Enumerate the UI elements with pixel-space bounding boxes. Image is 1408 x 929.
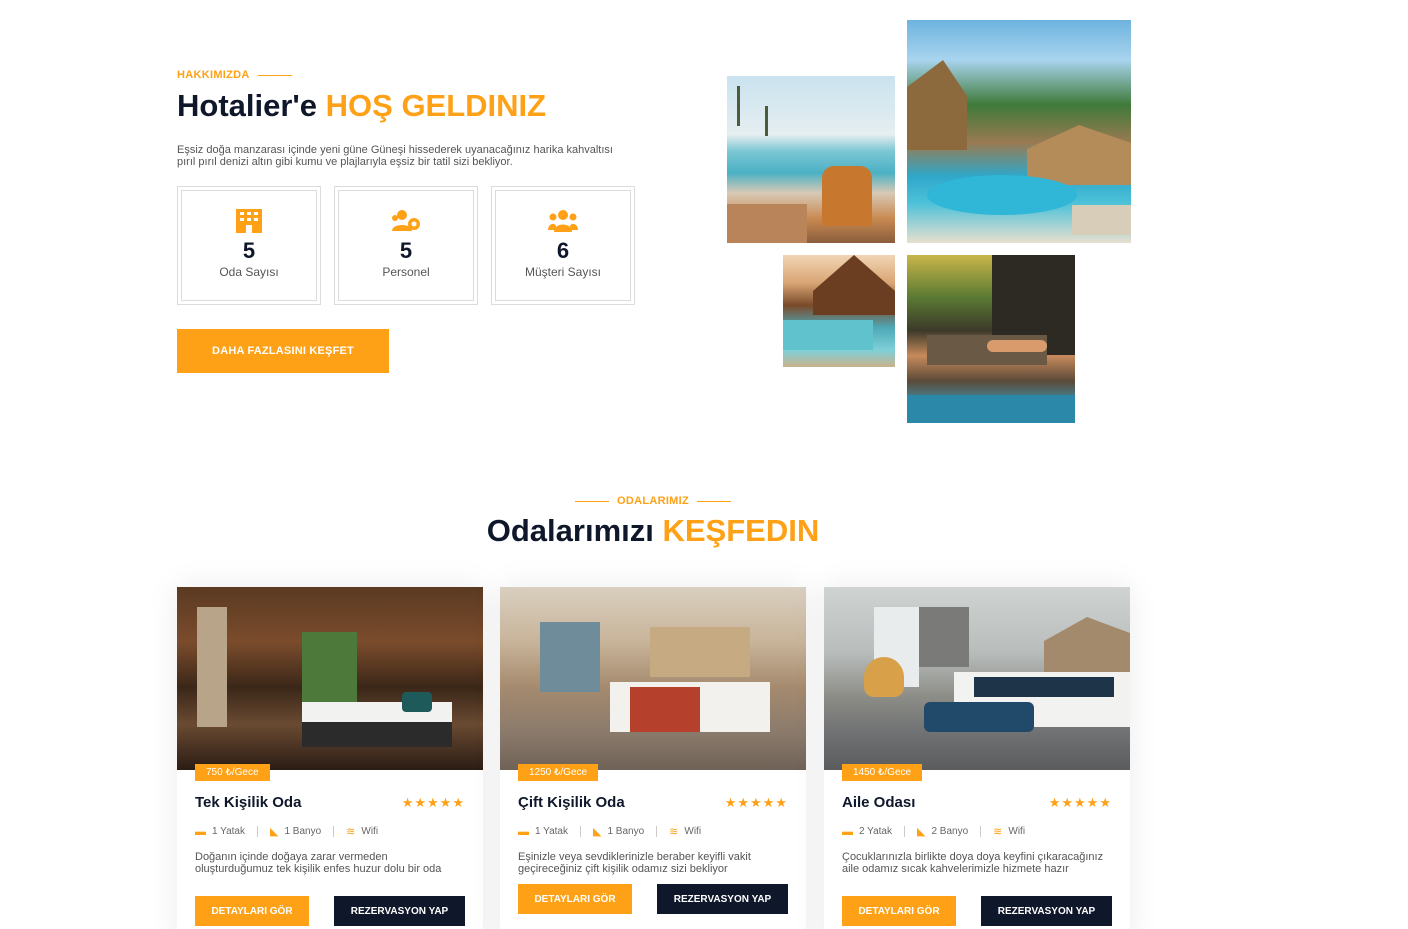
users-cog-icon	[392, 210, 420, 231]
bed-icon: ▬	[518, 825, 529, 838]
price-tag: 1250 ₺/Gece	[518, 764, 599, 781]
eyebrow-line	[257, 74, 292, 76]
about-title-main: Hotalier'e	[177, 88, 326, 123]
stat-value: 6	[556, 238, 570, 263]
details-button[interactable]: DETAYLARI GÖR	[195, 896, 309, 926]
details-button[interactable]: DETAYLARI GÖR	[842, 896, 956, 926]
rooms-eyebrow: ODALARIMIZ	[0, 495, 1306, 507]
star-rating: ★★★★★	[1048, 794, 1112, 810]
stat-customers: 6 Müşteri Sayısı	[491, 186, 635, 305]
stat-staff: 5 Personel	[334, 186, 478, 305]
room-description: Doğanın içinde doğaya zarar vermeden olu…	[195, 851, 442, 875]
bed-icon: ▬	[195, 825, 206, 838]
room-card-family: 1450 ₺/Gece Aile Odası ★★★★★ ▬ 2 Yatak ◣ 2…	[824, 587, 1130, 929]
room-description: Çocuklarınızla birlikte doya doya keyfin…	[842, 851, 1104, 875]
bed-icon: ▬	[842, 825, 853, 838]
star-rating: ★★★★★	[401, 794, 465, 810]
room-name: Aile Odası	[842, 794, 916, 811]
room-card-single: 750 ₺/Gece Tek Kişilik Oda ★★★★★ ▬ 1 Yata…	[177, 587, 483, 929]
eyebrow-line	[697, 500, 732, 502]
reserve-button[interactable]: REZERVASYON YAP	[334, 896, 465, 926]
stat-rooms: 5 Oda Sayısı	[177, 186, 321, 305]
wifi-icon: ≋	[669, 826, 679, 838]
price-tag: 750 ₺/Gece	[195, 764, 270, 781]
wifi-icon: ≋	[346, 826, 356, 838]
amenities: ▬ 1 Yatak ◣ 1 Banyo ≋ Wifi	[195, 825, 465, 839]
price-tag: 1450 ₺/Gece	[842, 764, 923, 781]
about-eyebrow-text: HAKKIMIZDA	[177, 69, 250, 81]
details-button[interactable]: DETAYLARI GÖR	[518, 884, 632, 914]
amenities: ▬ 2 Yatak ◣ 2 Banyo ≋ Wifi	[842, 825, 1112, 839]
reserve-button[interactable]: REZERVASYON YAP	[981, 896, 1112, 926]
users-icon	[548, 210, 578, 232]
rooms-title: Odalarımızı KEŞFEDIN	[0, 513, 1306, 549]
stats-row: 5 Oda Sayısı 5 Personel 6 Müşteri Sayısı	[177, 186, 635, 305]
baths-count: 1 Banyo	[284, 826, 322, 837]
explore-more-button[interactable]: DAHA FAZLASINI KEŞFET	[177, 329, 389, 373]
rooms-eyebrow-text: ODALARIMIZ	[616, 495, 690, 507]
room-description: Eşinizle veya sevdiklerinizle beraber ke…	[518, 851, 751, 875]
room-image	[824, 587, 1130, 770]
room-image	[177, 587, 483, 770]
stat-label: Oda Sayısı	[219, 265, 279, 279]
gallery-image-sunbed	[907, 255, 1075, 423]
stat-label: Personel	[382, 265, 430, 279]
bath-icon: ◣	[593, 826, 602, 838]
stat-value: 5	[242, 238, 256, 263]
stat-value: 5	[399, 238, 413, 263]
gallery-image-pool-lounge	[727, 76, 895, 243]
bath-icon: ◣	[917, 826, 926, 838]
star-rating: ★★★★★	[724, 794, 788, 810]
bath-icon: ◣	[270, 826, 279, 838]
wifi-label: Wifi	[361, 826, 379, 837]
rooms-title-main: Odalarımızı	[486, 513, 663, 548]
room-name: Çift Kişilik Oda	[518, 794, 625, 811]
beds-count: 1 Yatak	[212, 826, 245, 837]
beds-count: 1 Yatak	[535, 826, 568, 837]
baths-count: 2 Banyo	[931, 826, 969, 837]
amenities: ▬ 1 Yatak ◣ 1 Banyo ≋ Wifi	[518, 825, 788, 839]
wifi-label: Wifi	[1008, 826, 1026, 837]
about-description: Eşsiz doğa manzarası içinde yeni güne Gü…	[177, 144, 613, 168]
room-image	[500, 587, 806, 770]
about-eyebrow: HAKKIMIZDA	[177, 69, 292, 81]
wifi-icon: ≋	[993, 826, 1003, 838]
wifi-label: Wifi	[684, 826, 702, 837]
baths-count: 1 Banyo	[607, 826, 645, 837]
about-title-accent: HOŞ GELDINIZ	[325, 88, 547, 123]
reserve-button[interactable]: REZERVASYON YAP	[657, 884, 788, 914]
hotel-icon	[236, 209, 262, 233]
gallery-image-sunset-pool	[783, 255, 895, 367]
about-title: Hotalier'e HOŞ GELDINIZ	[177, 88, 546, 124]
stat-label: Müşteri Sayısı	[524, 265, 602, 279]
eyebrow-line	[574, 500, 609, 502]
rooms-title-accent: KEŞFEDIN	[662, 513, 820, 548]
gallery-image-resort-pool	[907, 20, 1131, 243]
room-name: Tek Kişilik Oda	[195, 794, 302, 811]
room-card-double: 1250 ₺/Gece Çift Kişilik Oda ★★★★★ ▬ 1 Ya…	[500, 587, 806, 929]
beds-count: 2 Yatak	[859, 826, 892, 837]
